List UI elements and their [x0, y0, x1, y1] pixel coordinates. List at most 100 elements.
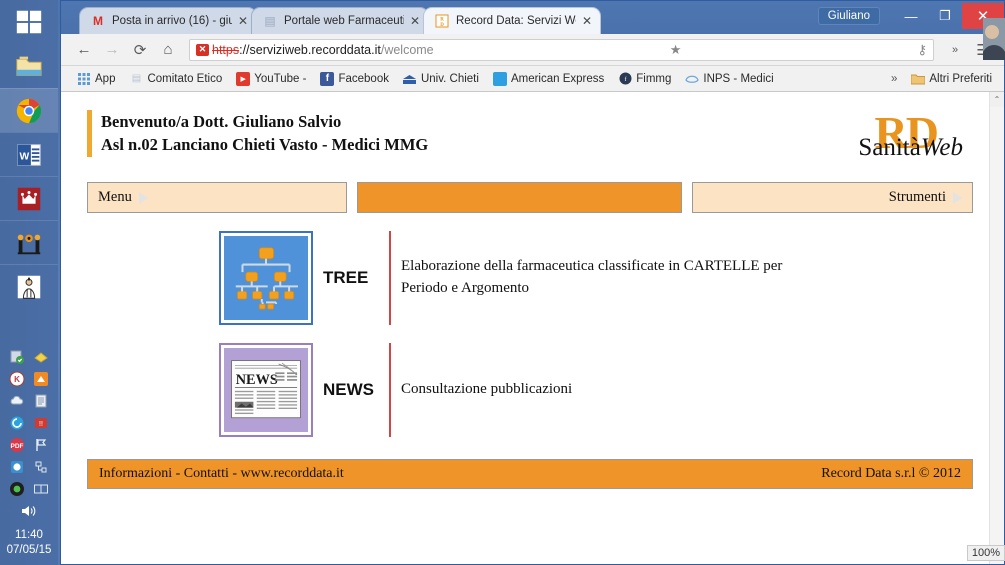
kaspersky-icon[interactable]: K: [6, 369, 28, 389]
bookmark-label: App: [95, 72, 116, 85]
taskbar-clock[interactable]: 11:40 07/05/15: [0, 525, 58, 563]
refresh-blue-icon[interactable]: [6, 413, 28, 433]
clock-time: 11:40: [15, 529, 43, 541]
youtube-icon: ▶: [236, 71, 251, 86]
strumenti-button[interactable]: Strumenti: [692, 182, 973, 213]
inps-icon: [685, 72, 700, 86]
forward-button[interactable]: →: [99, 37, 125, 63]
system-tray[interactable]: K !! PDF 11:40 07/05/15: [0, 343, 58, 565]
address-bar[interactable]: ✕ https :// serviziweb.recorddata.it /we…: [189, 38, 934, 61]
news-module-icon-frame[interactable]: NEWS: [219, 343, 313, 437]
tab-title: Posta in arrivo (16) - giulia: [112, 15, 232, 27]
taskbar-item-file-explorer[interactable]: [0, 44, 58, 88]
orange-app-icon[interactable]: [30, 369, 52, 389]
tab-close-icon[interactable]: ✕: [236, 14, 250, 28]
taskbar-item-gates-app[interactable]: [0, 220, 58, 264]
module-row-news: NEWS NEWS Consultazione pubblicazioni: [87, 343, 973, 437]
google-chrome-icon: [16, 98, 42, 123]
university-icon: [403, 72, 417, 86]
yellow-note-icon[interactable]: [30, 347, 52, 367]
network-icon[interactable]: [30, 457, 52, 477]
bookmark-label: Facebook: [338, 72, 389, 85]
logo-web-text: Web: [920, 134, 963, 161]
reload-button[interactable]: ⟳: [127, 37, 153, 63]
bookmarks-overflow-button[interactable]: »: [885, 71, 903, 87]
navigation-toolbar: ← → ⟳ ⌂ ✕ https :// serviziweb.recorddat…: [61, 34, 1004, 66]
bookmark-univ-chieti[interactable]: Univ. Chieti: [397, 70, 485, 88]
newspaper-icon: NEWS: [224, 348, 308, 432]
tab-close-icon[interactable]: ✕: [408, 14, 422, 28]
bookmark-fimmg[interactable]: f Fimmg: [612, 70, 677, 88]
minimize-button[interactable]: —: [894, 3, 928, 29]
vertical-scrollbar[interactable]: ⌃: [989, 92, 1004, 564]
windows-taskbar[interactable]: W K !! PDF 11:40 07/05/15: [0, 0, 58, 565]
taskbar-item-microsoft-word[interactable]: W: [0, 132, 58, 176]
doctor-app-icon: [17, 275, 41, 299]
tree-icon-cell[interactable]: TREE: [87, 231, 368, 325]
bookmark-app[interactable]: App: [71, 70, 121, 88]
folder-icon: [911, 72, 926, 86]
amex-icon: [492, 71, 507, 86]
bookmark-star-icon[interactable]: ★: [665, 42, 682, 58]
volume-icon[interactable]: [19, 499, 39, 525]
footer-left-text[interactable]: Informazioni - Contatti - www.recorddata…: [99, 466, 344, 482]
tree-description-text: Elaborazione della farmaceutica classifi…: [401, 258, 783, 296]
teamviewer-icon[interactable]: [6, 457, 28, 477]
svg-text:NEWS: NEWS: [236, 372, 278, 388]
sync-ok-icon[interactable]: [6, 347, 28, 367]
taskbar-item-google-chrome[interactable]: [0, 88, 58, 132]
bookmark-label: YouTube -: [254, 72, 307, 85]
cloud-icon[interactable]: [6, 391, 28, 411]
browser-tab-portale-farmaceutica[interactable]: ▤ Portale web Farmaceutica ✕: [251, 7, 429, 34]
scroll-up-arrow-icon[interactable]: ⌃: [990, 92, 1004, 107]
chrome-user-chip[interactable]: Giuliano: [817, 7, 880, 25]
svg-text:D: D: [440, 23, 444, 28]
news-module-label: NEWS: [323, 380, 374, 399]
browser-tab-record-data[interactable]: RD Record Data: Servizi Web ✕: [423, 7, 601, 34]
bookmark-folder-altri-preferiti[interactable]: Altri Preferiti: [905, 70, 998, 88]
back-button[interactable]: ←: [71, 37, 97, 63]
footer-right-text: Record Data s.r.l © 2012: [821, 466, 961, 481]
file-explorer-icon: [16, 56, 42, 76]
home-button[interactable]: ⌂: [155, 37, 181, 63]
bookmark-label: Altri Preferiti: [929, 72, 992, 85]
welcome-line-2: Asl n.02 Lanciano Chieti Vasto - Medici …: [101, 135, 429, 155]
camera-icon[interactable]: [6, 479, 28, 499]
insecure-certificate-icon[interactable]: ✕: [196, 43, 209, 56]
gates-app-icon: [17, 234, 41, 254]
tab-close-icon[interactable]: ✕: [580, 14, 594, 28]
news-icon-cell[interactable]: NEWS NEWS: [87, 343, 374, 437]
bookmark-comitato-etico[interactable]: ▤ Comitato Etico: [123, 70, 228, 88]
page-viewport: Benvenuto/a Dott. Giuliano Salvio Asl n.…: [61, 92, 1004, 564]
pdf-icon[interactable]: PDF: [6, 435, 28, 455]
taskbar-item-start-windows[interactable]: [0, 0, 58, 44]
menu-button[interactable]: Menu: [87, 182, 347, 213]
taskbar-item-regione-crest[interactable]: [0, 176, 58, 220]
chevron-right-icon: [138, 191, 148, 204]
regione-crest-icon: [17, 187, 41, 210]
rd-logo-icon: RD: [434, 13, 450, 29]
bookmark-inps-medici[interactable]: INPS - Medici: [679, 70, 779, 88]
tray-icon-grid[interactable]: K !! PDF: [2, 343, 56, 499]
browser-tab-gmail[interactable]: M Posta in arrivo (16) - giulia ✕: [79, 7, 257, 34]
bookmark-youtube[interactable]: ▶ YouTube -: [230, 70, 312, 88]
document-icon[interactable]: [30, 391, 52, 411]
red-alert-icon[interactable]: !!: [30, 413, 52, 433]
bookmarks-overflow-icon[interactable]: »: [942, 37, 968, 63]
bookmark-facebook[interactable]: f Facebook: [314, 70, 395, 88]
app-footer: Informazioni - Contatti - www.recorddata…: [87, 459, 973, 489]
tree-module-icon-frame[interactable]: [219, 231, 313, 325]
dual-screen-icon[interactable]: [30, 479, 52, 499]
tree-hierarchy-icon: [224, 236, 308, 320]
welcome-line-1: Benvenuto/a Dott. Giuliano Salvio: [101, 112, 342, 131]
center-orange-panel[interactable]: [357, 182, 682, 213]
bookmark-label: Fimmg: [636, 72, 672, 85]
bookmark-label: American Express: [510, 72, 605, 85]
taskbar-item-doctor-app[interactable]: [0, 264, 58, 308]
svg-text:W: W: [19, 151, 29, 162]
password-key-icon[interactable]: ⚷: [912, 42, 927, 58]
menu-button-label: Menu: [98, 189, 132, 205]
flag-icon[interactable]: [30, 435, 52, 455]
maximize-button[interactable]: ❐: [928, 3, 962, 29]
bookmark-american-express[interactable]: American Express: [487, 70, 610, 88]
